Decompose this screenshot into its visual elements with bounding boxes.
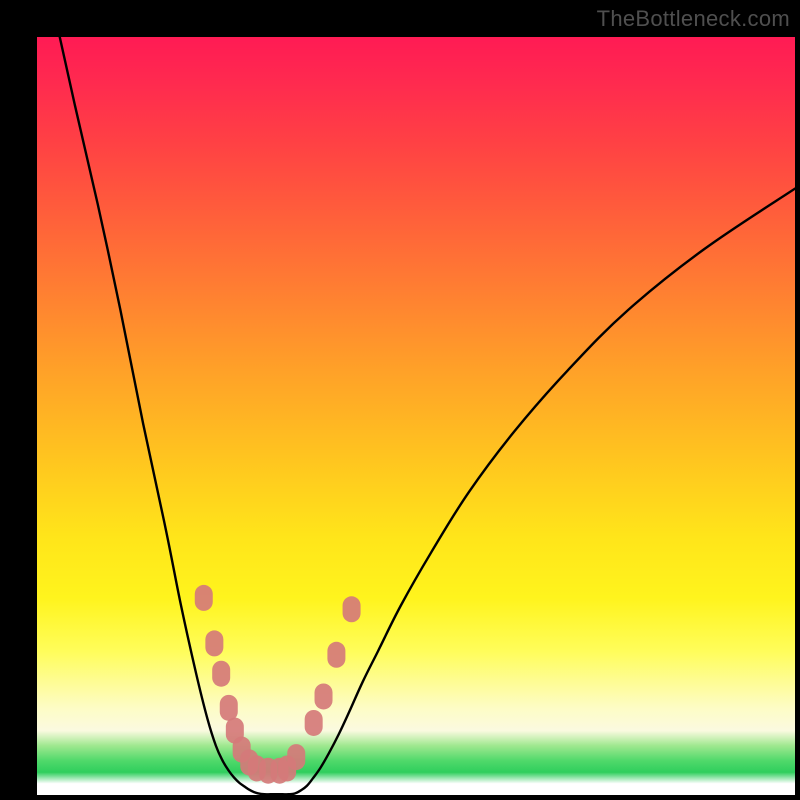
highlight-marker (327, 642, 345, 668)
highlight-marker (343, 596, 361, 622)
highlight-marker (233, 737, 251, 763)
highlight-marker (259, 758, 277, 784)
highlight-marker (195, 585, 213, 611)
v-curve (60, 37, 795, 794)
bottleneck-curve (60, 37, 795, 794)
chart-stage: TheBottleneck.com (0, 0, 800, 800)
curve-overlay (37, 37, 795, 795)
highlight-marker (240, 749, 258, 775)
highlight-marker (315, 683, 333, 709)
plot-area (37, 37, 795, 795)
highlight-marker (287, 744, 305, 770)
highlight-marker (205, 630, 223, 656)
highlight-marker (212, 661, 230, 687)
highlight-marker (278, 755, 296, 781)
highlight-marker (305, 710, 323, 736)
watermark-text: TheBottleneck.com (597, 6, 790, 32)
highlight-marker (226, 718, 244, 744)
highlight-marker (271, 758, 289, 784)
marker-group (195, 585, 361, 784)
highlight-marker (248, 755, 266, 781)
highlight-marker (220, 695, 238, 721)
